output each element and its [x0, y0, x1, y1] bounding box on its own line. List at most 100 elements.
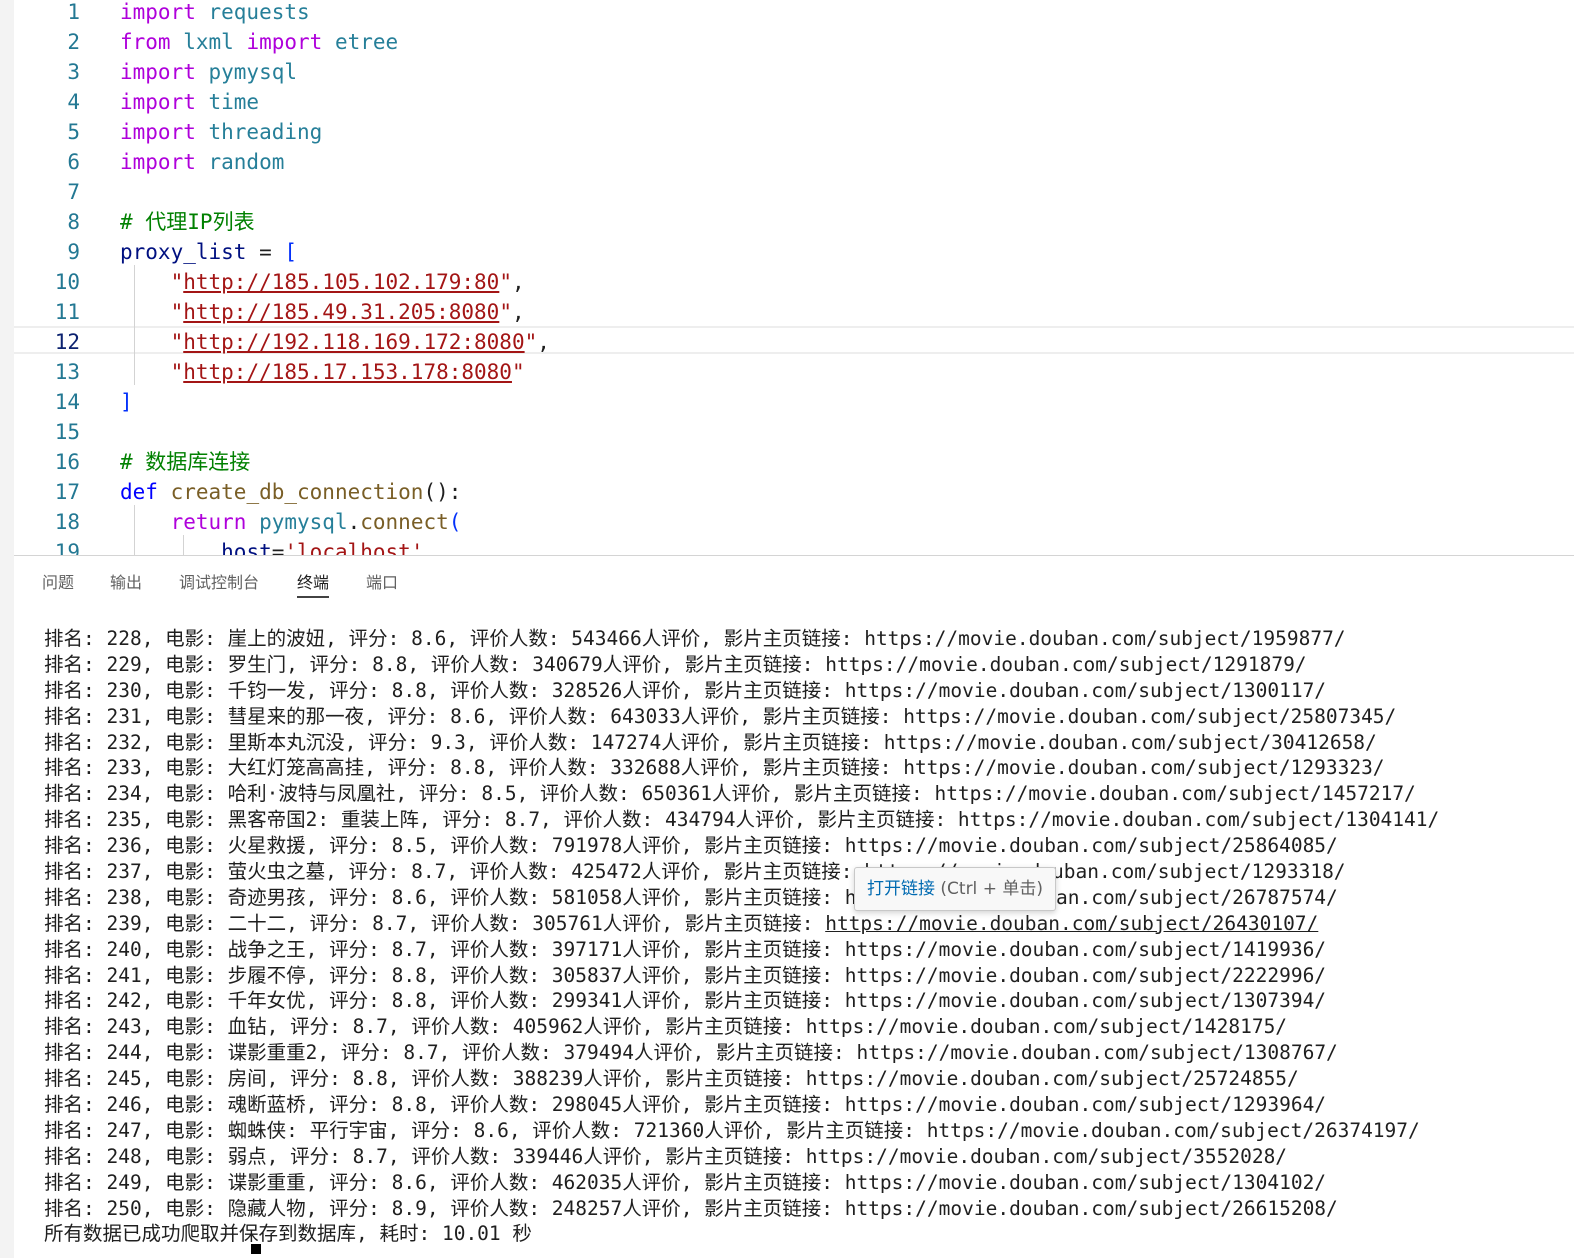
terminal-line: 排名: 228, 电影: 崖上的波妞, 评分: 8.6, 评价人数: 54346… — [44, 627, 1346, 650]
code-comment: # 代理IP列表 — [120, 210, 255, 234]
terminal-link[interactable]: https://movie.douban.com/subject/1307394… — [845, 989, 1326, 1012]
terminal-link[interactable]: https://movie.douban.com/subject/2661520… — [845, 1197, 1338, 1220]
code-line[interactable]: from lxml import etree — [120, 27, 398, 57]
function-name: create_db_connection — [157, 480, 424, 504]
bottom-panel: 问题 输出 调试控制台 终端 端口 排名: 228, 电影: 崖上的波妞, 评分… — [14, 555, 1574, 1259]
code-line[interactable]: import random — [120, 147, 284, 177]
line-number: 4 — [67, 90, 80, 114]
tab-ports[interactable]: 端口 — [366, 570, 398, 596]
terminal-line: 排名: 245, 电影: 房间, 评分: 8.8, 评价人数: 388239人评… — [44, 1067, 1299, 1091]
code-line[interactable]: import threading — [120, 117, 322, 147]
module-name: lxml — [170, 30, 247, 54]
terminal-link[interactable]: https://movie.douban.com/subject/1419936… — [845, 938, 1326, 961]
keyword: import — [246, 30, 323, 54]
activity-bar-edge — [0, 0, 14, 1258]
terminal-line: 排名: 242, 电影: 千年女优, 评分: 8.8, 评价人数: 299341… — [44, 989, 1327, 1013]
line-number: 6 — [67, 150, 80, 174]
terminal-link[interactable]: https://movie.douban.com/subject/2222996… — [845, 964, 1326, 987]
terminal-line: 排名: 250, 电影: 隐藏人物, 评分: 8.9, 评价人数: 248257… — [44, 1196, 1338, 1220]
module-name: etree — [322, 30, 399, 54]
line-number: 2 — [67, 30, 80, 54]
line-number: 14 — [54, 390, 80, 414]
string-url: http://185.105.102.179:80 — [183, 270, 500, 294]
indent-guide — [134, 505, 135, 555]
line-number: 15 — [54, 420, 80, 444]
line-number: 12 — [54, 330, 80, 354]
terminal-line: 排名: 235, 电影: 黑客帝国2: 重装上阵, 评分: 8.7, 评价人数:… — [44, 808, 1440, 832]
tab-terminal[interactable]: 终端 — [297, 570, 330, 598]
code-line[interactable]: import requests — [120, 0, 310, 27]
keyword: import — [120, 60, 196, 84]
punctuation: , — [511, 300, 525, 324]
tab-problems[interactable]: 问题 — [42, 570, 74, 596]
open-link-tooltip[interactable]: 打开链接 (Ctrl + 单击) — [854, 867, 1056, 911]
tab-output[interactable]: 输出 — [110, 570, 142, 596]
code-line[interactable]: return pymysql.connect( — [120, 507, 462, 537]
terminal-link[interactable]: https://movie.douban.com/subject/1293964… — [845, 1093, 1326, 1116]
terminal-link[interactable]: https://movie.douban.com/subject/1428175… — [806, 1015, 1287, 1038]
terminal-link[interactable]: https://movie.douban.com/subject/1308767… — [856, 1041, 1337, 1064]
terminal-link[interactable]: https://movie.douban.com/subject/2637419… — [927, 1119, 1420, 1142]
terminal-link[interactable]: https://movie.douban.com/subject/1300117… — [845, 679, 1326, 702]
code-line[interactable]: proxy_list = [ — [120, 237, 297, 267]
string: 'localhost' — [284, 540, 424, 555]
terminal-link[interactable]: https://movie.douban.com/subject/2572485… — [806, 1067, 1299, 1090]
terminal-link[interactable]: https://movie.douban.com/subject/1304102… — [845, 1171, 1326, 1194]
terminal-link[interactable]: https://movie.douban.com/subject/1304141… — [958, 808, 1439, 831]
code-editor[interactable]: 1 2 3 4 5 6 7 8 9 10 11 12 13 14 15 16 17 18 19 import req… — [14, 0, 1574, 555]
terminal-link[interactable]: https://movie.douban.com/subject/1293323… — [903, 756, 1384, 779]
bracket: [ — [284, 240, 298, 264]
terminal-output[interactable]: 排名: 228, 电影: 崖上的波妞, 评分: 8.6, 评价人数: 54346… — [44, 626, 1574, 1247]
keyword: return — [170, 510, 247, 534]
keyword: import — [120, 120, 196, 144]
variable: host — [221, 540, 272, 555]
open-link-action[interactable]: 打开链接 — [867, 879, 935, 899]
terminal-line: 排名: 239, 电影: 二十二, 评分: 8.7, 评价人数: 305761人… — [44, 911, 1319, 935]
module-name: requests — [195, 0, 310, 24]
terminal-line: 排名: 247, 电影: 蜘蛛侠: 平行宇宙, 评分: 8.6, 评价人数: 7… — [44, 1118, 1420, 1142]
line-number: 9 — [67, 240, 80, 264]
terminal-link[interactable]: https://movie.douban.com/subject/2586408… — [845, 834, 1338, 857]
module-name: pymysql — [246, 510, 348, 534]
line-number: 18 — [54, 510, 80, 534]
terminal-line: 排名: 234, 电影: 哈利·波特与凤凰社, 评分: 8.5, 评价人数: 6… — [44, 782, 1416, 806]
module-name: random — [195, 150, 285, 174]
code-line[interactable]: def create_db_connection(): — [120, 477, 461, 507]
code-line[interactable]: ] — [120, 387, 133, 417]
code-line[interactable]: "http://192.118.169.172:8080", — [120, 327, 550, 357]
terminal-link[interactable]: https://movie.douban.com/subject/1457217… — [934, 782, 1415, 805]
terminal-line: 排名: 229, 电影: 罗生门, 评分: 8.8, 评价人数: 340679人… — [44, 652, 1307, 676]
keyword: from — [120, 30, 171, 54]
terminal-line: 排名: 248, 电影: 弱点, 评分: 8.7, 评价人数: 339446人评… — [44, 1144, 1288, 1168]
terminal-link[interactable]: https://movie.douban.com/subject/3041265… — [884, 731, 1377, 754]
terminal-line: 排名: 249, 电影: 谍影重重, 评分: 8.6, 评价人数: 462035… — [44, 1170, 1327, 1194]
terminal-line: 排名: 237, 电影: 萤火虫之墓, 评分: 8.7, 评价人数: 42547… — [44, 860, 1346, 884]
terminal-cursor — [251, 1244, 261, 1254]
punctuation: , — [423, 540, 437, 555]
string-url: http://185.17.153.178:8080 — [183, 360, 512, 384]
code-line[interactable]: "http://185.105.102.179:80", — [120, 267, 525, 297]
code-line[interactable]: "http://185.17.153.178:8080" — [120, 357, 525, 387]
terminal-link[interactable]: https://movie.douban.com/subject/3552028… — [806, 1145, 1287, 1168]
terminal-link[interactable]: https://movie.douban.com/subject/2580734… — [903, 705, 1396, 728]
code-line[interactable]: # 代理IP列表 — [120, 207, 255, 237]
terminal-line: 排名: 240, 电影: 战争之王, 评分: 8.7, 评价人数: 397171… — [44, 937, 1327, 961]
terminal-link[interactable]: https://movie.douban.com/subject/1291879… — [825, 653, 1306, 676]
punctuation: , — [537, 330, 550, 354]
code-line[interactable]: import pymysql — [120, 57, 297, 87]
operator: = — [246, 240, 285, 264]
terminal-link[interactable]: https://movie.douban.com/subject/1959877… — [864, 627, 1345, 650]
line-number: 11 — [54, 300, 80, 324]
code-line[interactable]: import time — [120, 87, 259, 117]
keyword: def — [120, 480, 158, 504]
terminal-link[interactable]: https://movie.douban.com/subject/2643010… — [825, 912, 1318, 935]
punctuation: , — [511, 270, 525, 294]
bracket: ] — [120, 390, 133, 414]
tab-debug-console[interactable]: 调试控制台 — [179, 570, 259, 596]
string-quote: " — [511, 360, 525, 384]
code-line[interactable]: "http://185.49.31.205:8080", — [120, 297, 525, 327]
string-quote: " — [170, 270, 184, 294]
code-line[interactable]: # 数据库连接 — [120, 447, 250, 477]
code-line[interactable]: host='localhost', — [120, 537, 436, 555]
line-number: 7 — [67, 180, 80, 204]
